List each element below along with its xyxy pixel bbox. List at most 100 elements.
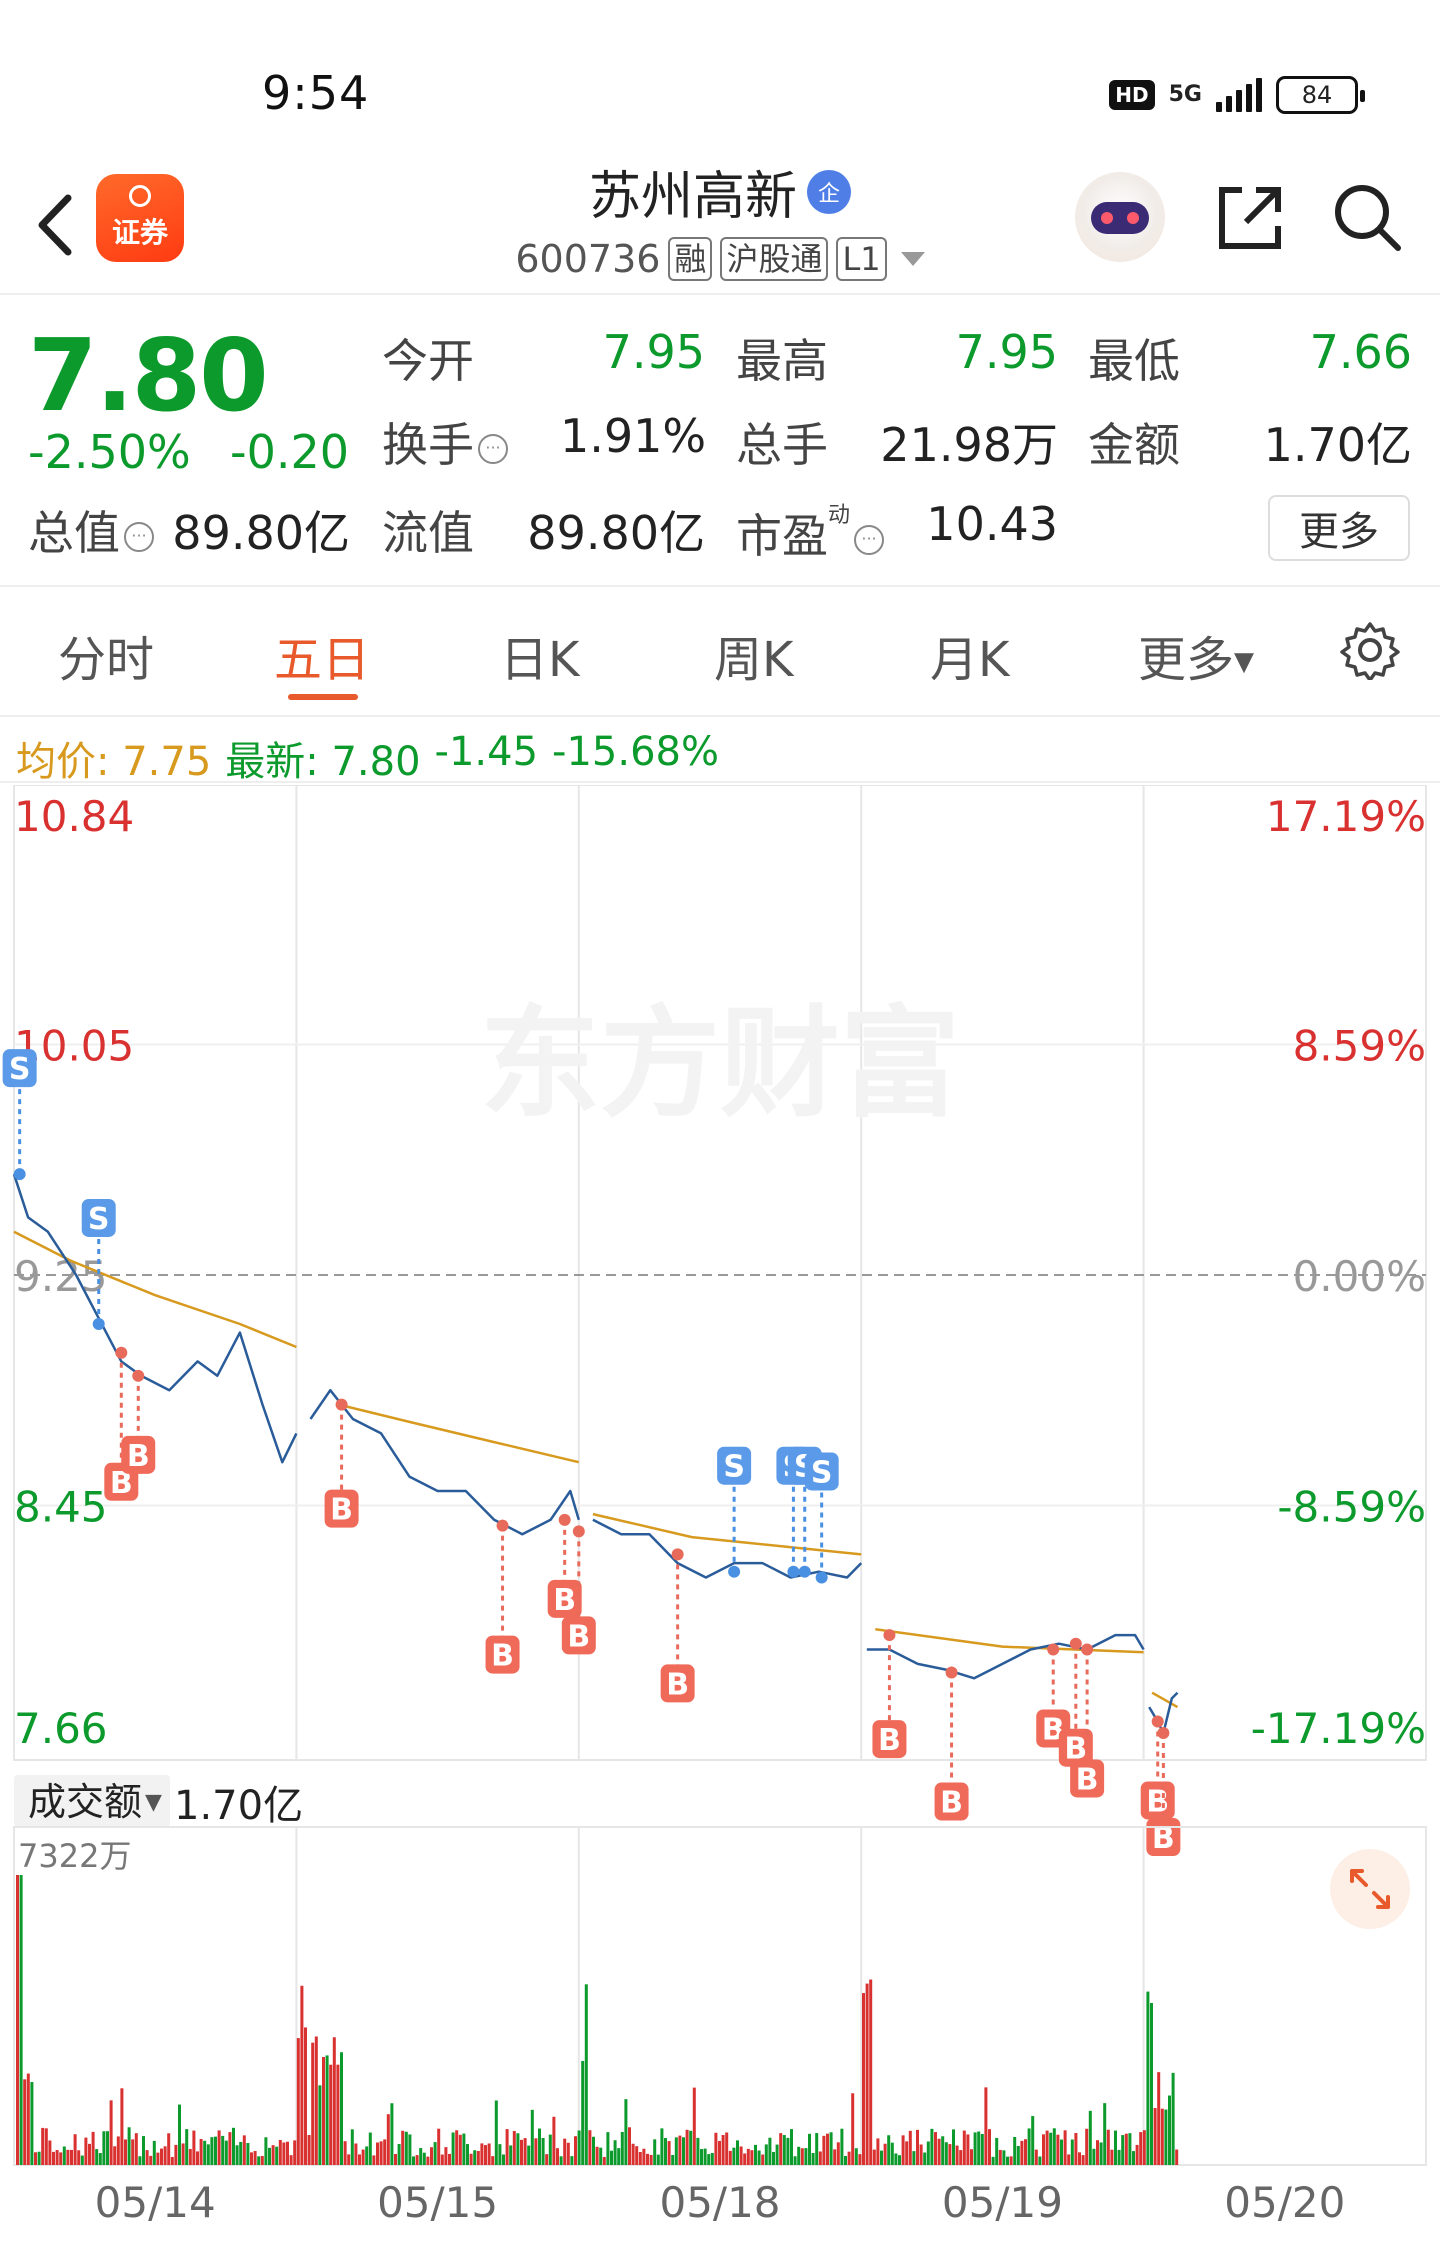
trade-marker-dot [1151, 1715, 1164, 1728]
volume-bar [851, 2093, 855, 2165]
buy-marker-label: B [940, 1786, 963, 1821]
trade-marker-dot [945, 1666, 958, 1679]
volume-bar [750, 2150, 754, 2165]
volume-bar [631, 2143, 635, 2165]
buy-marker-label: B [1076, 1762, 1099, 1797]
volume-bar [1139, 2132, 1143, 2165]
buy-marker-label: B [553, 1583, 576, 1618]
volume-bar [88, 2143, 91, 2165]
volume-bar [275, 2146, 279, 2165]
volume-bar [282, 2142, 286, 2165]
volume-bar [217, 2130, 221, 2165]
volume-bar [732, 2147, 736, 2165]
volume-bar [232, 2127, 235, 2165]
volume-bar [588, 2130, 592, 2165]
volume-bar [257, 2156, 261, 2165]
volume-bar [671, 2155, 675, 2165]
volume-bar [142, 2136, 145, 2165]
volume-bar [52, 2151, 55, 2165]
volume-bar [505, 2129, 509, 2165]
volume-bar [37, 2151, 41, 2165]
settings-gear-icon[interactable] [1340, 620, 1400, 680]
volume-bar [127, 2127, 131, 2165]
volume-bar [340, 2052, 343, 2165]
volume-bar [1114, 2130, 1117, 2165]
volume-bar [48, 2140, 52, 2165]
volume-bar [235, 2145, 239, 2165]
trade-marker-dot [335, 1398, 348, 1411]
ai-assistant-icon[interactable] [1075, 172, 1165, 262]
indicator-selector: 成交额 [28, 1780, 142, 1824]
volume-bar [527, 2145, 531, 2165]
volume-bar [386, 2114, 390, 2165]
volume-bar [329, 2064, 333, 2165]
volume-bar [714, 2132, 718, 2165]
volume-bar [757, 2150, 761, 2165]
volume-bar [84, 2137, 88, 2165]
volume-bar [350, 2129, 354, 2165]
volume-bar [988, 2129, 991, 2165]
volume-bar [304, 2027, 307, 2165]
tab-five-day[interactable]: 五日 [274, 620, 370, 690]
volume-bar [455, 2130, 459, 2165]
volume-bar [1002, 2150, 1006, 2165]
volume-bar [1006, 2156, 1009, 2165]
info-icon[interactable]: ··· [854, 524, 885, 555]
label-high: 最高 [736, 334, 828, 388]
value-high: 7.95 [955, 325, 1058, 379]
value-float-cap: 89.80亿 [527, 506, 705, 560]
volume-bar [653, 2139, 657, 2165]
volume-bar [606, 2132, 610, 2165]
volume-bar [872, 2149, 876, 2165]
volume-bar [178, 2104, 181, 2165]
volume-bar [314, 2036, 318, 2165]
volume-bar [966, 2134, 970, 2165]
volume-bar [1070, 2139, 1074, 2165]
volume-bar [692, 2087, 696, 2165]
volume-bar [181, 2143, 185, 2165]
volume-bar [599, 2147, 603, 2165]
volume-bar [728, 2150, 732, 2165]
y-tick-right: 0.00% [1293, 1252, 1426, 1301]
stock-code-row[interactable]: 600736 融 沪股通 L1 [515, 237, 925, 281]
volume-bar [883, 2143, 887, 2165]
five-day-chart[interactable]: 东方财富10.8410.059.258.457.6617.19%8.59%0.0… [0, 785, 1440, 2258]
volume-bar [1074, 2132, 1078, 2165]
more-stats-button[interactable]: 更多 [1268, 495, 1410, 561]
volume-bar [1150, 2002, 1153, 2165]
trade-marker-dot [92, 1317, 105, 1330]
price-line [592, 1518, 863, 1579]
period-change-pct: -15.68% [552, 729, 719, 775]
volume-bar [746, 2148, 750, 2165]
volume-bar [134, 2133, 138, 2165]
volume-bar [368, 2132, 372, 2165]
volume-bar [995, 2137, 999, 2165]
tab-daily-k[interactable]: 日K [500, 620, 579, 690]
sell-marker-label: S [88, 1202, 110, 1237]
volume-bar [682, 2137, 685, 2165]
volume-bar [844, 2155, 847, 2165]
volume-bar [1103, 2103, 1107, 2165]
info-icon[interactable]: ··· [124, 521, 154, 552]
tab-more[interactable]: 更多▼ [1138, 620, 1254, 690]
active-tab-indicator [288, 694, 358, 700]
info-icon[interactable]: ··· [478, 433, 508, 464]
volume-bar [203, 2140, 207, 2165]
volume-bar [401, 2130, 405, 2165]
volume-bar [556, 2148, 559, 2165]
search-icon[interactable] [1330, 180, 1406, 256]
tab-weekly-k[interactable]: 周K [714, 620, 793, 690]
volume-bar [577, 2130, 581, 2165]
volume-bar [948, 2144, 952, 2165]
expand-button [1330, 1849, 1410, 1929]
volume-bar [926, 2141, 930, 2165]
volume-bar [786, 2137, 790, 2165]
share-icon[interactable] [1212, 180, 1288, 256]
volume-bar [790, 2129, 793, 2165]
value-low: 7.66 [1309, 325, 1412, 379]
volume-bar [361, 2149, 365, 2165]
volume-bar [919, 2144, 923, 2165]
tab-monthly-k[interactable]: 月K [930, 620, 1009, 690]
y-tick-right: -17.19% [1251, 1704, 1426, 1753]
tab-intraday[interactable]: 分时 [58, 620, 154, 690]
